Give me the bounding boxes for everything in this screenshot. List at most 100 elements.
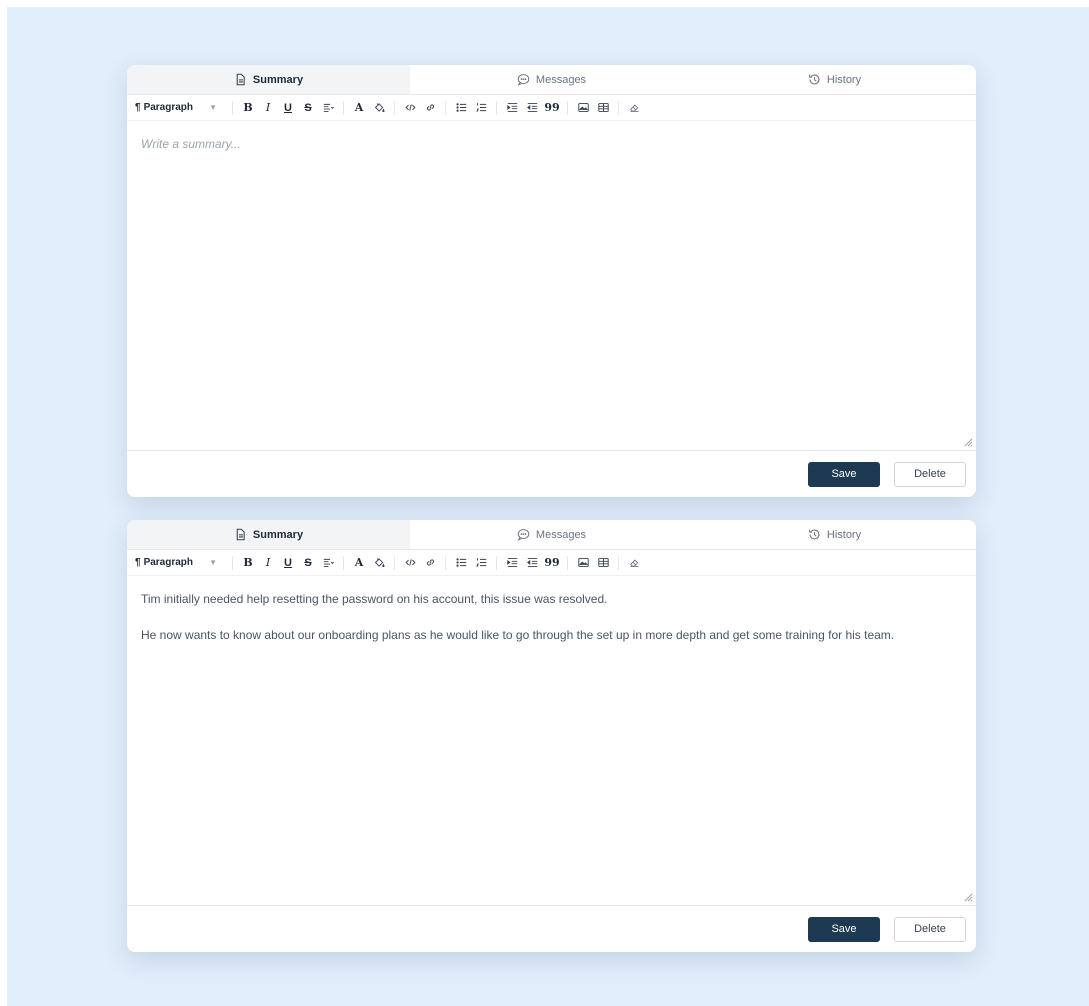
toolbar-divider — [496, 100, 497, 115]
table-icon — [597, 558, 609, 567]
history-icon — [808, 529, 820, 540]
pilcrow-icon: ¶ — [135, 102, 141, 113]
bullet-list-button[interactable] — [451, 98, 471, 118]
clear-format-button[interactable] — [624, 553, 644, 573]
resize-handle-icon[interactable] — [963, 437, 973, 447]
document-icon — [236, 528, 245, 541]
toolbar-divider — [445, 555, 446, 570]
indent-button[interactable] — [502, 553, 522, 573]
toolbar-divider — [232, 100, 233, 115]
underline-button[interactable]: U — [278, 98, 298, 118]
bold-button[interactable]: B — [238, 98, 258, 118]
align-left-icon — [323, 558, 334, 567]
image-icon — [577, 558, 589, 567]
toolbar-divider — [343, 555, 344, 570]
summary-panel-filled: Summary Messages History ¶ Paragraph ▼ B… — [127, 520, 976, 952]
highlight-button[interactable] — [369, 553, 389, 573]
delete-button[interactable]: Delete — [894, 916, 966, 942]
tab-messages[interactable]: Messages — [410, 520, 693, 549]
table-button[interactable] — [593, 98, 613, 118]
outdent-icon — [526, 103, 537, 112]
toolbar-divider — [618, 100, 619, 115]
highlight-button[interactable] — [369, 98, 389, 118]
bullet-list-icon — [455, 558, 466, 567]
toolbar-divider — [232, 555, 233, 570]
bullet-list-icon — [455, 103, 466, 112]
summary-editor[interactable]: Tim initially needed help resetting the … — [127, 576, 976, 905]
code-button[interactable] — [400, 98, 420, 118]
chat-bubble-icon — [517, 529, 530, 541]
chevron-down-icon: ▼ — [209, 103, 217, 112]
indent-button[interactable] — [502, 98, 522, 118]
toolbar-divider — [618, 555, 619, 570]
toolbar-divider — [445, 100, 446, 115]
tab-summary-label: Summary — [252, 73, 304, 86]
summary-paragraph: Tim initially needed help resetting the … — [141, 592, 608, 606]
editor-toolbar: ¶ Paragraph ▼ B I U S A 99 — [127, 95, 976, 121]
italic-button[interactable]: I — [258, 553, 278, 573]
indent-icon — [506, 103, 517, 112]
clear-format-button[interactable] — [624, 98, 644, 118]
paint-bucket-icon — [374, 558, 385, 568]
toolbar-divider — [496, 555, 497, 570]
tab-messages-label: Messages — [535, 528, 587, 541]
toolbar-divider — [394, 100, 395, 115]
underline-button[interactable]: U — [278, 553, 298, 573]
table-icon — [597, 103, 609, 112]
bullet-list-button[interactable] — [451, 553, 471, 573]
resize-handle-icon[interactable] — [963, 892, 973, 902]
numbered-list-button[interactable] — [471, 98, 491, 118]
text-color-button[interactable]: A — [349, 98, 369, 118]
image-button[interactable] — [573, 98, 593, 118]
tab-messages[interactable]: Messages — [410, 65, 693, 94]
paragraph-style-select[interactable]: ¶ Paragraph ▼ — [135, 557, 227, 568]
image-button[interactable] — [573, 553, 593, 573]
paint-bucket-icon — [374, 103, 385, 113]
code-button[interactable] — [400, 553, 420, 573]
link-button[interactable] — [420, 553, 440, 573]
align-button[interactable] — [318, 98, 338, 118]
text-color-button[interactable]: A — [349, 553, 369, 573]
indent-icon — [506, 558, 517, 567]
toolbar-divider — [567, 100, 568, 115]
delete-button[interactable]: Delete — [894, 461, 966, 487]
paragraph-style-label: Paragraph — [143, 557, 194, 568]
summary-paragraph: He now wants to know about our onboardin… — [141, 628, 895, 642]
tab-history[interactable]: History — [693, 520, 976, 549]
tab-summary[interactable]: Summary — [127, 65, 410, 94]
editor-toolbar: ¶ Paragraph ▼ B I U S A 99 — [127, 550, 976, 576]
pilcrow-icon: ¶ — [135, 557, 141, 568]
save-button[interactable]: Save — [808, 916, 880, 942]
code-icon — [405, 559, 415, 566]
paragraph-style-select[interactable]: ¶ Paragraph ▼ — [135, 102, 227, 113]
link-icon — [426, 559, 434, 566]
tab-history-label: History — [826, 73, 862, 86]
tab-summary[interactable]: Summary — [127, 520, 410, 549]
outdent-icon — [526, 558, 537, 567]
save-button[interactable]: Save — [808, 461, 880, 487]
align-button[interactable] — [318, 553, 338, 573]
toolbar-divider — [394, 555, 395, 570]
summary-editor[interactable]: Write a summary... — [127, 121, 976, 450]
outdent-button[interactable] — [522, 98, 542, 118]
blockquote-button[interactable]: 99 — [542, 553, 562, 573]
table-button[interactable] — [593, 553, 613, 573]
tab-summary-label: Summary — [252, 528, 304, 541]
strikethrough-button[interactable]: S — [298, 553, 318, 573]
toolbar-divider — [343, 100, 344, 115]
code-icon — [405, 104, 415, 111]
summary-panel-empty: Summary Messages History ¶ Paragraph ▼ B… — [127, 65, 976, 497]
link-button[interactable] — [420, 98, 440, 118]
blockquote-button[interactable]: 99 — [542, 98, 562, 118]
strikethrough-button[interactable]: S — [298, 98, 318, 118]
history-icon — [808, 74, 820, 85]
panel-footer: Save Delete — [127, 450, 976, 497]
numbered-list-icon — [475, 103, 486, 112]
chat-bubble-icon — [517, 74, 530, 86]
bold-button[interactable]: B — [238, 553, 258, 573]
numbered-list-button[interactable] — [471, 553, 491, 573]
italic-button[interactable]: I — [258, 98, 278, 118]
tab-history[interactable]: History — [693, 65, 976, 94]
outdent-button[interactable] — [522, 553, 542, 573]
panel-footer: Save Delete — [127, 905, 976, 952]
